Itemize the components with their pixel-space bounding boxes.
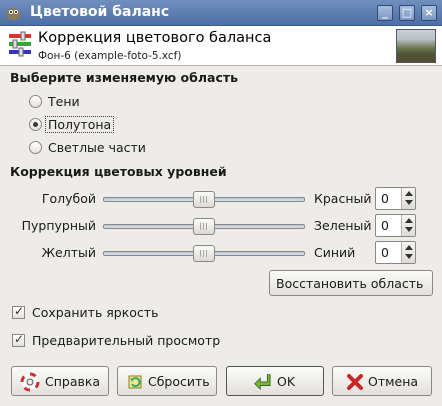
reset-label: Сбросить: [148, 374, 210, 389]
range-section-title: Выберите изменяемую область: [10, 70, 239, 85]
layer-subtitle: Фон-6 (example-foto-5.xcf): [38, 50, 182, 62]
dialog-title: Коррекция цветового баланса: [38, 30, 272, 46]
help-button[interactable]: Справка: [11, 366, 109, 396]
spin-arrows[interactable]: [401, 215, 415, 236]
spin-arrows[interactable]: [401, 188, 415, 209]
ok-label: OK: [277, 374, 296, 389]
spin-up-icon[interactable]: [405, 245, 413, 250]
preserve-luminosity-label: Сохранить яркость: [32, 305, 159, 320]
slider-left-label: Желтый: [41, 245, 96, 260]
reset-range-label: Восстановить область: [276, 276, 424, 291]
window-title: Цветовой баланс: [30, 4, 170, 20]
spin-down-icon[interactable]: [405, 200, 413, 205]
dialog-header: Коррекция цветового баланса Фон-6 (examp…: [0, 26, 442, 66]
spin-up-icon[interactable]: [405, 191, 413, 196]
spin-arrows[interactable]: [401, 242, 415, 263]
magenta-green-slider-handle[interactable]: [193, 218, 215, 235]
cancel-x-icon: [345, 372, 365, 392]
preserve-luminosity-check[interactable]: ✓: [12, 304, 25, 319]
radio-highlights-indicator[interactable]: [29, 141, 42, 154]
slider-left-label: Пурпурный: [21, 218, 96, 233]
yellow-blue-spinbox[interactable]: 0: [375, 241, 416, 264]
yellow-blue-slider-handle[interactable]: [193, 245, 215, 262]
spin-down-icon[interactable]: [405, 227, 413, 232]
lifebuoy-icon: [20, 372, 40, 392]
close-button[interactable]: ×: [421, 5, 437, 21]
slider-row-cyan-red: Голубой Красный 0: [0, 187, 442, 211]
spinbox-value[interactable]: 0: [381, 218, 389, 233]
cyan-red-slider[interactable]: [103, 191, 305, 208]
ok-button[interactable]: OK: [226, 366, 324, 396]
yellow-blue-slider[interactable]: [103, 245, 305, 262]
maximize-button[interactable]: □: [399, 5, 415, 21]
slider-row-magenta-green: Пурпурный Зеленый 0: [0, 214, 442, 238]
reset-range-button[interactable]: Восстановить область: [269, 270, 433, 296]
spinbox-value[interactable]: 0: [381, 191, 389, 206]
radio-midtones-indicator[interactable]: [29, 118, 42, 131]
help-label: Справка: [45, 374, 101, 389]
preview-check[interactable]: ✓: [12, 332, 25, 347]
image-thumbnail: [396, 29, 436, 63]
spinbox-value[interactable]: 0: [381, 245, 389, 260]
cancel-label: Отмена: [368, 374, 419, 389]
slider-row-yellow-blue: Желтый Синий 0: [0, 241, 442, 265]
window-titlebar: Цветовой баланс _ □ ×: [0, 0, 442, 26]
magenta-green-spinbox[interactable]: 0: [375, 214, 416, 237]
radio-shadows-label: Тени: [48, 94, 80, 109]
levels-section-title: Коррекция цветовых уровней: [10, 164, 227, 179]
spin-up-icon[interactable]: [405, 218, 413, 223]
radio-midtones-label: Полутона: [44, 116, 115, 133]
minimize-button[interactable]: _: [377, 5, 393, 21]
slider-right-label: Красный: [314, 191, 372, 206]
reset-button[interactable]: Сбросить: [117, 366, 217, 396]
radio-shadows-indicator[interactable]: [29, 95, 42, 108]
gimp-app-icon: [5, 5, 22, 21]
radio-highlights-label: Светлые части: [48, 140, 146, 155]
magenta-green-slider[interactable]: [103, 218, 305, 235]
spin-down-icon[interactable]: [405, 254, 413, 259]
slider-right-label: Синий: [314, 245, 356, 260]
reset-icon: [125, 372, 145, 392]
ok-arrow-icon: [253, 372, 273, 392]
slider-right-label: Зеленый: [314, 218, 372, 233]
cyan-red-spinbox[interactable]: 0: [375, 187, 416, 210]
cancel-button[interactable]: Отмена: [332, 366, 432, 396]
cyan-red-slider-handle[interactable]: [193, 191, 215, 208]
slider-left-label: Голубой: [41, 191, 96, 206]
color-balance-icon: [7, 31, 33, 59]
preview-label: Предварительный просмотр: [32, 333, 221, 348]
